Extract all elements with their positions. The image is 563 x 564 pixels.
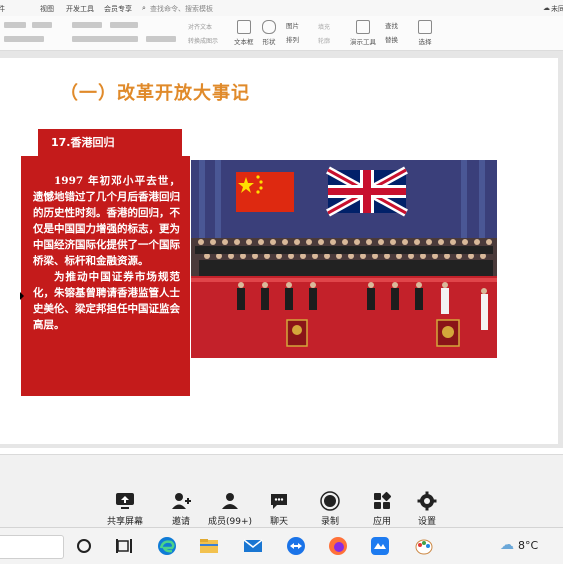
meeting-toolbar: 共享屏幕 邀请 成员(99+) 聊天 录制 应用 设置 [0,454,563,527]
apps-icon [372,491,392,511]
task-view-icon[interactable] [114,536,134,556]
presentation-tools-icon [356,20,370,34]
ceremony-illustration [191,160,497,358]
invite-button[interactable]: 邀请 [171,491,191,527]
fill-label[interactable]: 填充 [318,22,330,31]
menu-bar: 件 视图 开发工具 会员专享 ⌕ 查找命令、搜索模板 ☁ 未同步 [0,0,563,16]
textbox-button[interactable]: 文本框 [234,20,254,46]
menu-item-view[interactable]: 视图 [40,4,54,14]
chat-button[interactable]: 聊天 [269,491,289,527]
mouse-cursor [20,292,24,300]
handover-ceremony-photo[interactable] [191,160,497,358]
textbox-icon [236,20,251,34]
picture-button[interactable]: 图片 [286,20,299,30]
members-icon [220,491,240,511]
file-explorer-icon[interactable] [199,536,219,556]
menu-item-developer[interactable]: 开发工具 [66,4,94,14]
select-icon [418,20,432,34]
outline-label[interactable]: 轮廓 [318,36,330,45]
record-icon [320,491,340,511]
china-flag [236,172,294,212]
weather-widget[interactable]: ☁ 8°C [500,537,538,553]
body-textbox[interactable]: 1997 年初邓小平去世，遗憾地错过了几个月后香港回归的历史性时刻。香港的回归，… [21,156,190,396]
cortana-icon[interactable] [74,536,94,556]
cloud-sync-icon[interactable]: ☁ [543,4,550,12]
paint-icon[interactable] [414,536,434,556]
edge-icon[interactable] [157,536,177,556]
menu-item-file[interactable]: 件 [0,4,5,14]
share-screen-button[interactable]: 共享屏幕 [107,491,143,527]
section-banner[interactable]: 17.香港回归 [38,129,182,156]
search-command-input[interactable]: 查找命令、搜索模板 [150,4,213,14]
record-button[interactable]: 录制 [320,491,340,527]
font-size-control[interactable] [4,22,26,28]
find-button[interactable]: 查找 [385,20,398,30]
font-style-control[interactable] [32,22,52,28]
uk-flag [326,166,408,217]
menu-item-vip[interactable]: 会员专享 [104,4,132,14]
shape-button[interactable]: 形状 [262,20,276,46]
presentation-tools-button[interactable]: 演示工具 [350,20,376,46]
body-paragraph-1: 1997 年初邓小平去世，遗憾地错过了几个月后香港回归的历史性时刻。香港的回归，… [33,175,180,267]
body-paragraph-2: 为推动中国证券市场规范化，朱镕基曾聘请香港监管人士史美伦、梁定邦担任中国证监会高… [33,271,180,331]
mail-icon[interactable] [243,536,263,556]
cloud-icon: ☁ [500,537,514,553]
crowd [191,238,497,278]
teamviewer-icon[interactable] [286,536,306,556]
shape-icon [262,20,276,34]
chat-icon [269,491,289,511]
invite-icon [171,491,191,511]
sync-status: 未同步 [551,5,563,13]
indent-control[interactable] [110,22,138,28]
convert-smartart-label[interactable]: 转换成图示 [188,36,218,45]
members-button[interactable]: 成员(99+) [208,491,252,527]
share-screen-icon [115,491,135,511]
list-control[interactable] [72,22,102,28]
apps-button[interactable]: 应用 [372,491,392,527]
settings-icon [417,491,437,511]
align-text-label[interactable]: 对齐文本 [188,22,212,31]
replace-button[interactable]: 替换 [385,34,398,44]
format-control[interactable] [4,36,44,42]
search-command-icon[interactable]: ⌕ [142,4,146,13]
ribbon-toolbar: 对齐文本 转换成图示 文本框 形状 排列 图片 填充 轮廓 演示工具 查找 替换… [0,16,563,51]
taskbar: ☁ 8°C [0,527,563,564]
settings-button[interactable]: 设置 [417,491,437,527]
arrange-button[interactable]: 排列 [286,34,299,44]
tencent-meeting-icon[interactable] [370,536,390,556]
slide-title[interactable]: （一）改革开放大事记 [60,79,250,105]
text-direction-control[interactable] [146,36,176,42]
taskbar-search-box[interactable] [0,535,64,559]
temperature: 8°C [518,538,539,552]
align-control[interactable] [72,36,138,42]
select-button[interactable]: 选择 [418,20,432,46]
firefox-icon[interactable] [328,536,348,556]
